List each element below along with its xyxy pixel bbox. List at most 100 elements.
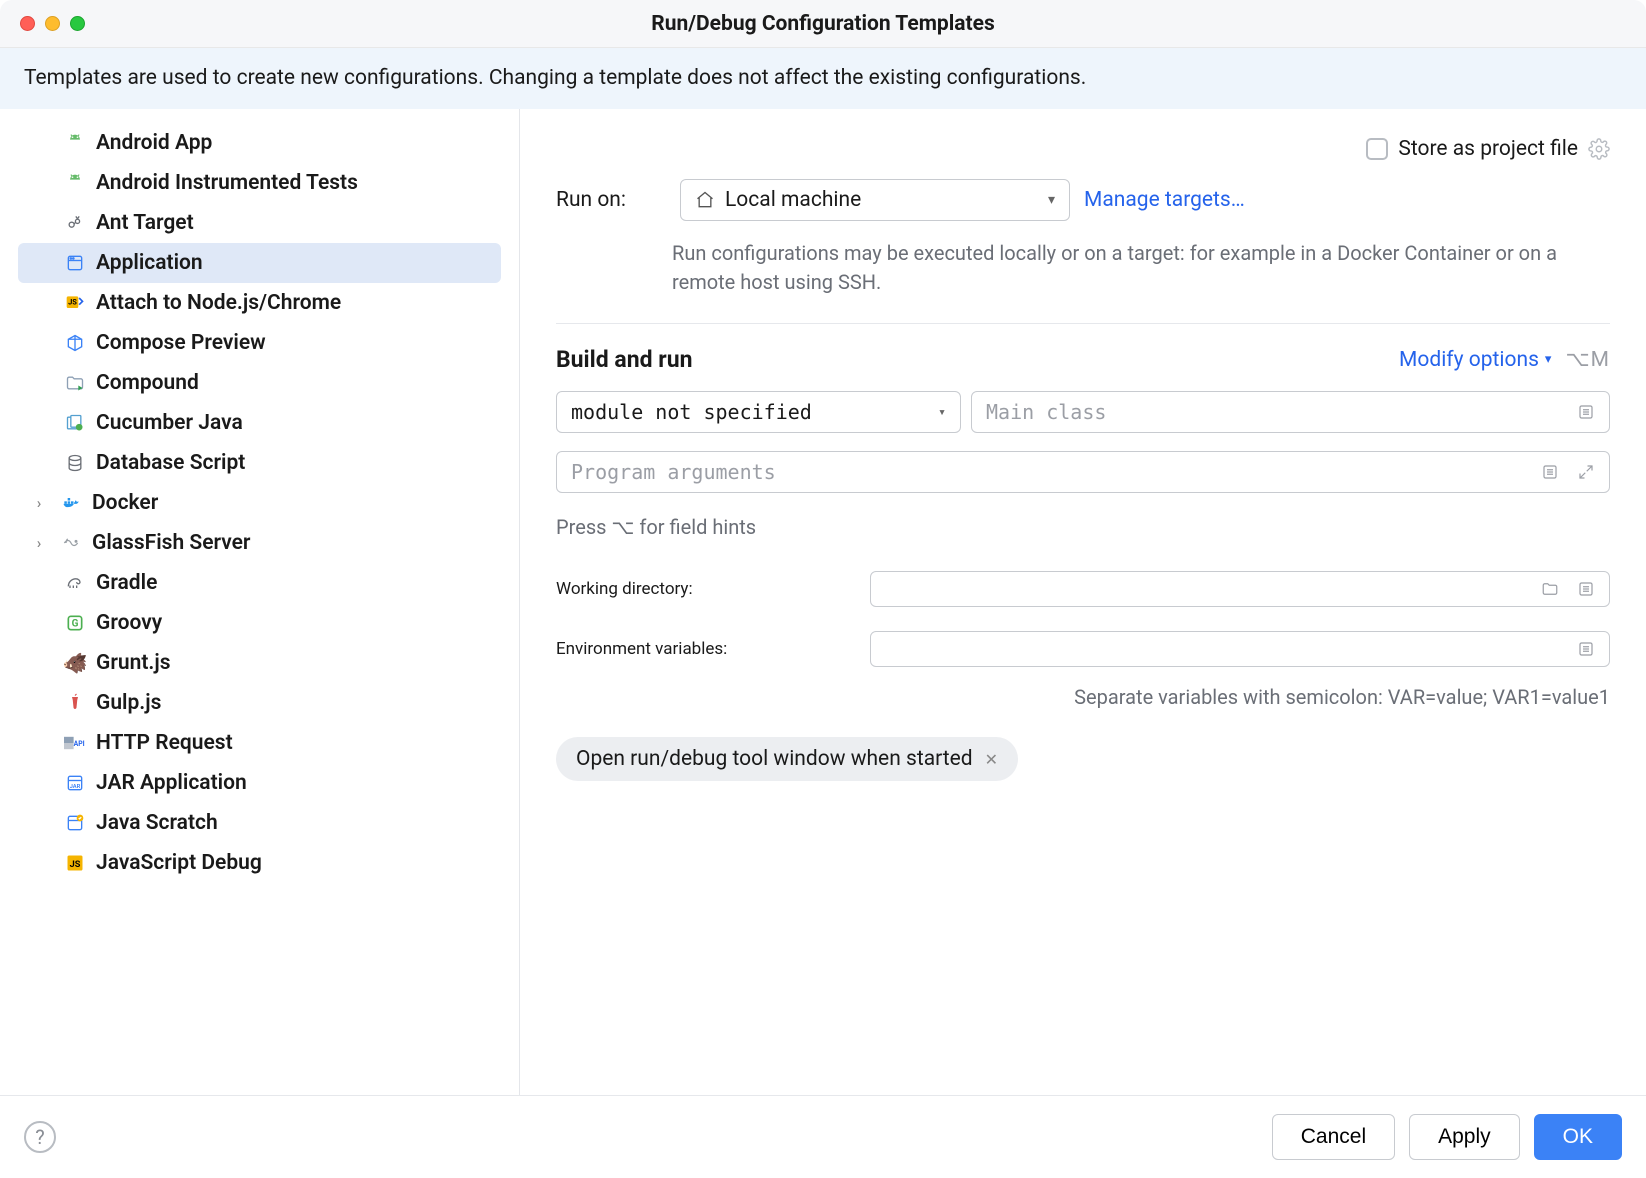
sidebar-item-label: GlassFish Server [92,531,250,555]
close-window-button[interactable] [20,16,35,31]
sidebar-item-grunt-js[interactable]: 🐗 Grunt.js [0,643,519,683]
list-icon[interactable] [1577,580,1595,598]
sidebar-item-docker[interactable]: › Docker [0,483,519,523]
grunt-icon: 🐗 [64,652,86,674]
sidebar-item-gradle[interactable]: Gradle [0,563,519,603]
sidebar-item-label: JAR Application [96,771,247,795]
modify-options-link[interactable]: Modify options ▾ [1399,348,1551,372]
templates-sidebar[interactable]: Android App Android Instrumented Tests Ant… [0,109,520,1095]
option-pill-open-tool-window[interactable]: Open run/debug tool window when started … [556,737,1018,781]
list-icon[interactable] [1577,640,1595,658]
sidebar-item-label: Compound [96,371,199,395]
field-hints: Press ⌥ for field hints [556,515,1610,539]
house-icon [695,190,715,210]
gear-icon[interactable] [1588,138,1610,160]
sidebar-item-android-app[interactable]: Android App [0,123,519,163]
gulp-icon [64,692,86,714]
sidebar-item-cucumber-java[interactable]: Cucumber Java [0,403,519,443]
sidebar-item-label: JavaScript Debug [96,851,262,875]
main-class-placeholder: Main class [986,400,1106,424]
folder-icon[interactable] [1541,580,1559,598]
sidebar-item-label: Ant Target [96,211,194,235]
svg-text:JS: JS [70,860,81,870]
sidebar-item-database-script[interactable]: Database Script [0,443,519,483]
sidebar-item-application[interactable]: Application [18,243,501,283]
sidebar-item-label: Cucumber Java [96,411,243,435]
sidebar-item-jar-application[interactable]: JAR JAR Application [0,763,519,803]
docker-icon [60,492,82,514]
sidebar-item-gulp-js[interactable]: Gulp.js [0,683,519,723]
program-arguments-input[interactable]: Program arguments [556,451,1610,493]
working-directory-input[interactable] [870,571,1610,607]
module-select[interactable]: module not specified ▾ [556,391,961,433]
groovy-icon: G [64,612,86,634]
android-icon [64,172,86,194]
manage-targets-link[interactable]: Manage targets… [1084,188,1245,212]
info-banner: Templates are used to create new configu… [0,48,1646,109]
sidebar-item-glassfish-server[interactable]: › GlassFish Server [0,523,519,563]
sidebar-item-http-request[interactable]: API HTTP Request [0,723,519,763]
sidebar-item-label: Compose Preview [96,331,266,355]
sidebar-item-label: Groovy [96,611,162,635]
env-vars-input[interactable] [870,631,1610,667]
sidebar-item-label: Android App [96,131,212,155]
remove-option-icon[interactable]: ✕ [985,750,998,769]
zoom-window-button[interactable] [70,16,85,31]
env-vars-label: Environment variables: [556,639,856,659]
svg-text:JAR: JAR [70,784,81,790]
sidebar-item-android-instrumented-tests[interactable]: Android Instrumented Tests [0,163,519,203]
sidebar-item-label: HTTP Request [96,731,233,755]
compose-icon [64,332,86,354]
store-as-project-file-label: Store as project file [1398,137,1578,161]
program-arguments-placeholder: Program arguments [571,460,776,484]
sidebar-item-label: Gulp.js [96,691,161,715]
sidebar-item-ant-target[interactable]: Ant Target [0,203,519,243]
chevron-right-icon: › [28,494,50,512]
chevron-down-icon: ▾ [938,405,946,420]
store-as-project-file-checkbox[interactable] [1366,138,1388,160]
help-button[interactable]: ? [24,1121,56,1153]
titlebar: Run/Debug Configuration Templates [0,0,1646,48]
gradle-icon [64,572,86,594]
list-icon[interactable] [1577,403,1595,421]
sidebar-item-label: Docker [92,491,158,515]
scratch-icon [64,812,86,834]
sidebar-item-compound[interactable]: Compound [0,363,519,403]
sidebar-item-groovy[interactable]: G Groovy [0,603,519,643]
sidebar-item-label: Database Script [96,451,245,475]
compound-icon [64,372,86,394]
android-icon [64,132,86,154]
env-vars-hint: Separate variables with semicolon: VAR=v… [870,685,1610,709]
build-and-run-title: Build and run [556,346,692,373]
jar-icon: JAR [64,772,86,794]
list-icon[interactable] [1541,463,1559,481]
js-attach-icon: JS [64,292,86,314]
cucumber-icon [64,412,86,434]
db-icon [64,452,86,474]
chevron-right-icon: › [28,534,50,552]
working-directory-label: Working directory: [556,579,856,599]
run-on-label: Run on: [556,188,666,212]
apply-button[interactable]: Apply [1409,1114,1520,1160]
run-on-select[interactable]: Local machine ▾ [680,179,1070,221]
sidebar-item-compose-preview[interactable]: Compose Preview [0,323,519,363]
sidebar-item-java-scratch[interactable]: Java Scratch [0,803,519,843]
main-class-input[interactable]: Main class [971,391,1610,433]
minimize-window-button[interactable] [45,16,60,31]
option-pill-label: Open run/debug tool window when started [576,747,973,771]
ant-icon [64,212,86,234]
expand-icon[interactable] [1577,463,1595,481]
window-title: Run/Debug Configuration Templates [651,12,994,36]
chevron-down-icon: ▾ [1048,192,1055,208]
sidebar-item-javascript-debug[interactable]: JS JavaScript Debug [0,843,519,883]
svg-text:G: G [72,618,79,629]
http-icon: API [64,732,86,754]
glassfish-icon [60,532,82,554]
app-icon [64,252,86,274]
svg-text:JS: JS [68,298,77,307]
sidebar-item-label: Grunt.js [96,651,171,675]
sidebar-item-attach-to-node-js-chrome[interactable]: JSAttach to Node.js/Chrome [0,283,519,323]
module-value: module not specified [571,400,812,424]
ok-button[interactable]: OK [1534,1114,1622,1160]
cancel-button[interactable]: Cancel [1272,1114,1395,1160]
